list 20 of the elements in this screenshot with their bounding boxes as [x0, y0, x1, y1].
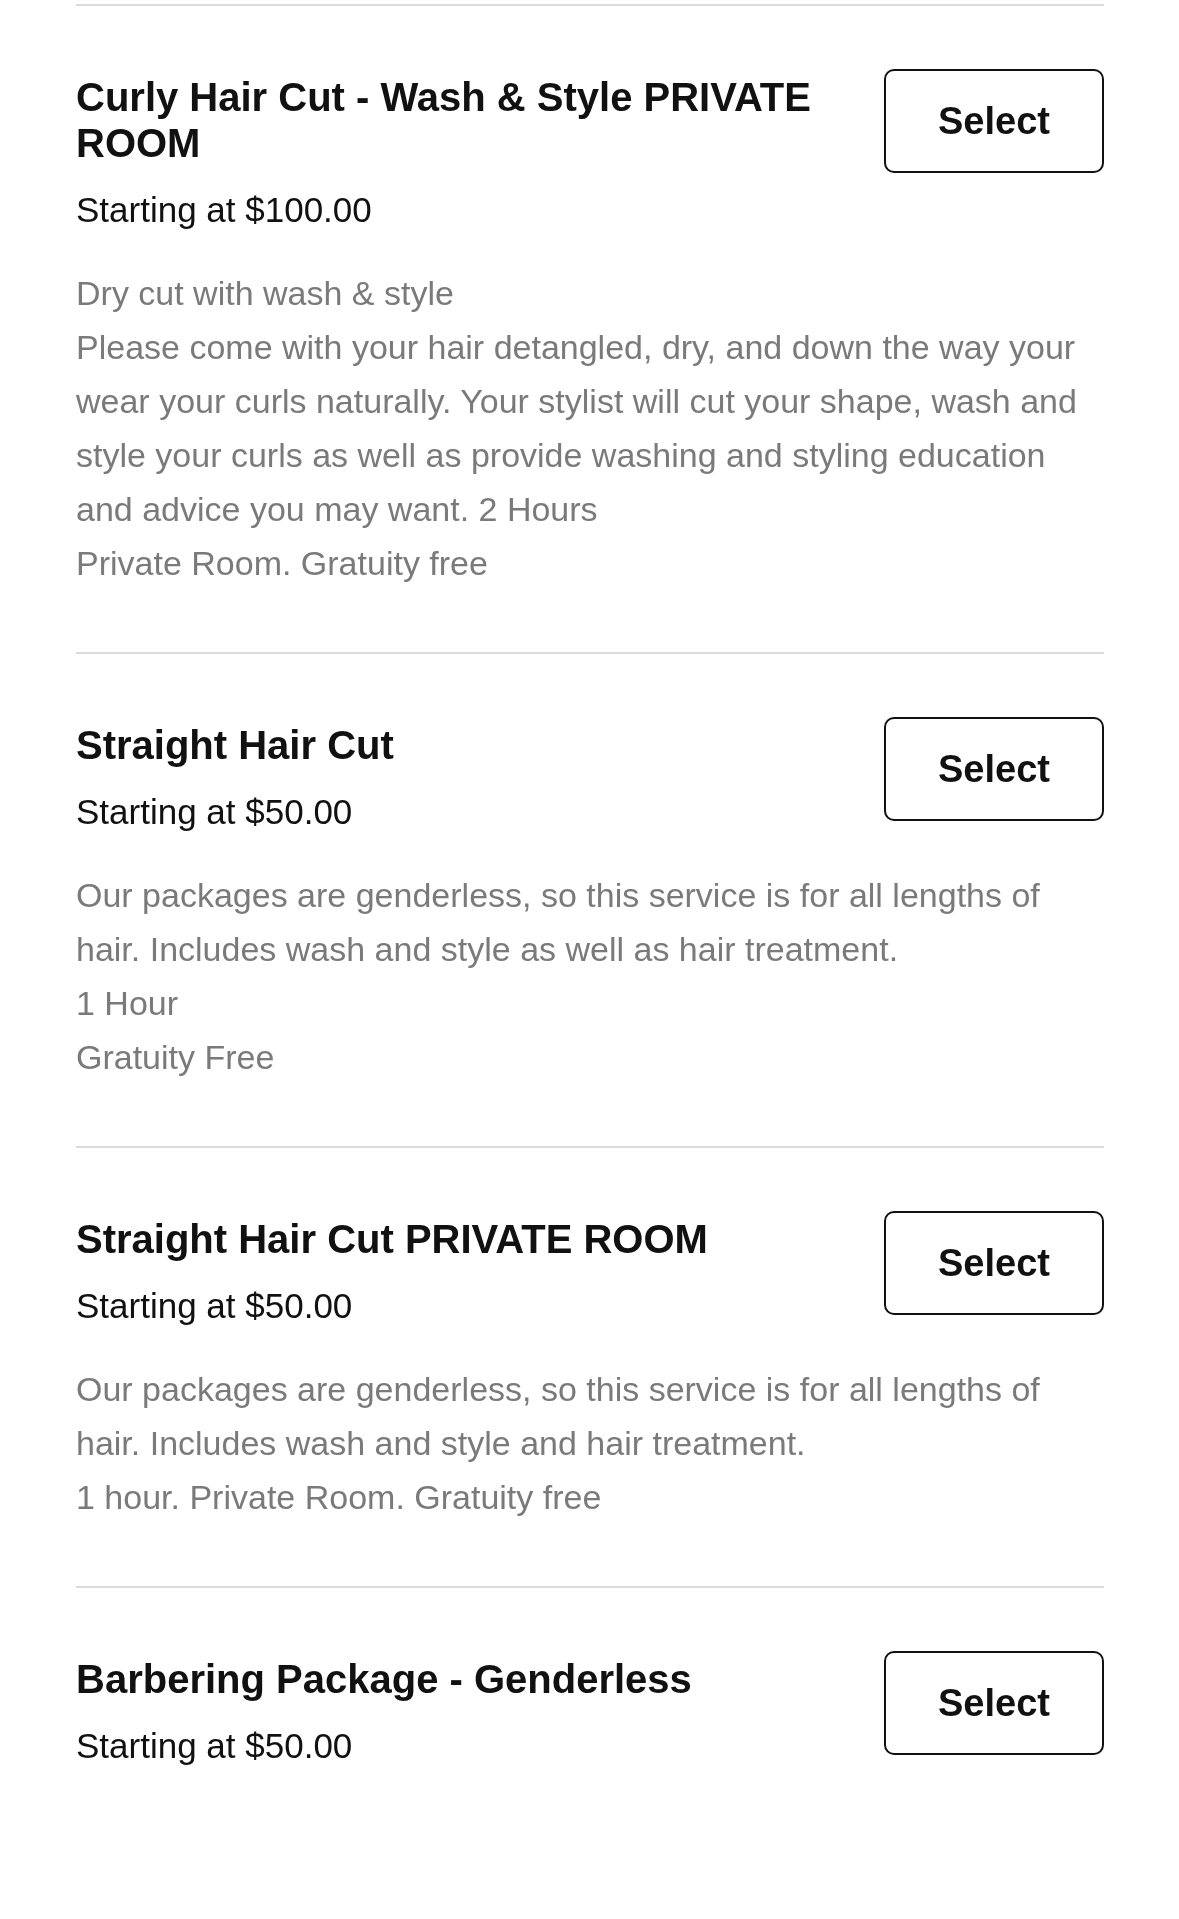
service-description: Please come with your hair detangled, dry, and down the way your wear your curls naturally. Your stylist will cut your shape, wash and style your curls as well as provide washing and styling education and advice you may want. 2 Hours: [76, 327, 1078, 530]
service-description: Our packages are genderless, so this service is for all lengths of hair. Includes wash and style as well as hair treatment.: [76, 875, 1041, 970]
service-price: Starting at $50.00: [76, 1285, 354, 1327]
service-description: Private Room. Gratuity free: [76, 543, 489, 584]
service-title: Straight Hair Cut PRIVATE ROOM: [76, 1216, 709, 1262]
service-description: Gratuity Free: [76, 1037, 276, 1078]
select-button[interactable]: Select: [884, 1211, 1104, 1315]
service-description: Our packages are genderless, so this service is for all lengths of hair. Includes wash and style and hair treatment.: [76, 1369, 1041, 1464]
service-title: Curly Hair Cut - Wash & Style PRIVATE ROOM: [76, 74, 812, 166]
select-button[interactable]: Select: [884, 69, 1104, 173]
service-price: Starting at $50.00: [76, 1725, 354, 1767]
service-description: 1 hour. Private Room. Gratuity free: [76, 1477, 603, 1518]
service-title: Straight Hair Cut: [76, 722, 395, 768]
service-title: Barbering Package - Genderless: [76, 1656, 693, 1702]
service-description: Dry cut with wash & style: [76, 273, 455, 314]
service-description: 1 Hour: [76, 983, 180, 1024]
select-button[interactable]: Select: [884, 1651, 1104, 1755]
select-button[interactable]: Select: [884, 717, 1104, 821]
service-price: Starting at $50.00: [76, 791, 354, 833]
service-price: Starting at $100.00: [76, 189, 373, 231]
